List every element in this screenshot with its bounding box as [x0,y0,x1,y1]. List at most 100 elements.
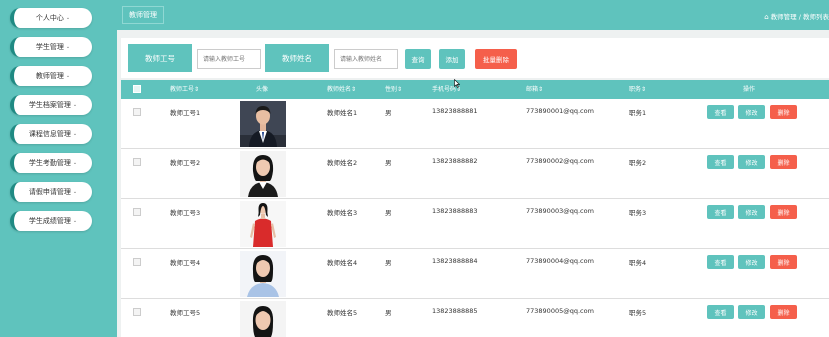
teacher-table: 教师工号⇕ 头像 教师姓名⇕ 性别⇕ 手机号码⇕ 邮箱⇕ 职务⇕ 操作 教师工号… [121,80,829,337]
sidebar-item-label: 教师管理 [35,72,64,80]
top-bar: 教师管理 ⌂ 教师管理 / 教师列表 [117,0,829,30]
sidebar-item-student-archive[interactable]: 学生档案管理 ⌄ [10,95,92,115]
sidebar-item-label: 学生考勤管理 [28,159,71,167]
chevron-down-icon: ⌄ [72,102,78,108]
delete-button[interactable]: 删除 [770,255,797,269]
query-button[interactable]: 查询 [405,49,431,69]
header-gender[interactable]: 性别⇕ [385,80,402,99]
search-bar: 教师工号 教师姓名 查询 添加 批量删除 [121,38,829,78]
cell-gender: 男 [385,159,392,167]
cell-phone: 13823888881 [432,107,478,115]
sidebar-item-teacher-management[interactable]: 教师管理 ⌄ [10,66,92,86]
chevron-down-icon: ⌄ [72,218,78,224]
view-button[interactable]: 查看 [707,155,734,169]
cell-teacher-no: 教师工号5 [170,309,201,317]
delete-button[interactable]: 删除 [770,105,797,119]
chevron-down-icon: ⌄ [65,44,71,50]
cell-gender: 男 [385,109,392,117]
cell-teacher-name: 教师姓名5 [327,309,358,317]
sidebar-item-leave-request[interactable]: 请假申请管理 ⌄ [10,182,92,202]
header-label: 邮箱 [526,86,539,93]
sidebar-item-student-grades[interactable]: 学生成绩管理 ⌄ [10,211,92,231]
edit-button[interactable]: 修改 [738,155,765,169]
teacher-avatar [240,301,286,337]
mouse-cursor-icon [454,79,460,88]
sidebar-item-label: 学生管理 [35,43,64,51]
cell-position: 职务3 [629,209,647,217]
view-button[interactable]: 查看 [707,255,734,269]
row-checkbox[interactable] [133,158,141,166]
cell-email: 773890002@qq.com [526,157,594,165]
view-button[interactable]: 查看 [707,305,734,319]
edit-button[interactable]: 修改 [738,105,765,119]
cell-teacher-no: 教师工号1 [170,109,201,117]
header-label: 性别 [385,86,398,93]
header-teacher-no[interactable]: 教师工号⇕ [170,80,199,99]
cell-teacher-name: 教师姓名1 [327,109,358,117]
chevron-down-icon: ⌄ [65,73,71,79]
delete-button[interactable]: 删除 [770,155,797,169]
table-header: 教师工号⇕ 头像 教师姓名⇕ 性别⇕ 手机号码⇕ 邮箱⇕ 职务⇕ 操作 [121,80,829,99]
edit-button[interactable]: 修改 [738,255,765,269]
table-row: 教师工号1 教师姓名1 男 13823888881 773890001@qq.c… [121,99,829,149]
edit-button[interactable]: 修改 [738,305,765,319]
delete-button[interactable]: 删除 [770,205,797,219]
main-content: 教师工号 教师姓名 查询 添加 批量删除 教师工号⇕ 头像 教师姓名⇕ 性别⇕ … [117,30,829,337]
cell-position: 职务5 [629,309,647,317]
delete-button[interactable]: 删除 [770,305,797,319]
header-teacher-name[interactable]: 教师姓名⇕ [327,80,356,99]
cell-teacher-name: 教师姓名2 [327,159,358,167]
row-checkbox[interactable] [133,208,141,216]
table-row: 教师工号3 教师姓名3 男 13823888883 773890003@qq.c… [121,199,829,249]
select-all-checkbox[interactable] [133,85,141,93]
cell-email: 773890004@qq.com [526,257,594,265]
table-row: 教师工号4 教师姓名4 男 13823888884 773890004@qq.c… [121,249,829,299]
batch-delete-button[interactable]: 批量删除 [475,49,517,69]
cell-teacher-no: 教师工号3 [170,209,201,217]
cell-position: 职务2 [629,159,647,167]
row-checkbox[interactable] [133,258,141,266]
add-button[interactable]: 添加 [439,49,465,69]
header-label: 职务 [629,86,642,93]
sidebar-item-label: 请假申请管理 [28,188,71,196]
cell-teacher-name: 教师姓名4 [327,259,358,267]
header-position[interactable]: 职务⇕ [629,80,646,99]
chevron-down-icon: ⌄ [72,189,78,195]
sidebar-item-course-info[interactable]: 课程信息管理 ⌄ [10,124,92,144]
chevron-down-icon: ⌄ [72,131,78,137]
teacher-no-input[interactable] [197,49,261,69]
chevron-down-icon: ⌄ [65,15,71,21]
teacher-avatar [240,101,286,147]
cell-position: 职务4 [629,259,647,267]
header-label: 教师姓名 [327,86,352,93]
breadcrumb: ⌂ 教师管理 / 教师列表 [764,11,829,21]
cell-phone: 13823888882 [432,157,478,165]
view-button[interactable]: 查看 [707,205,734,219]
home-icon[interactable]: ⌂ [764,13,768,21]
header-label: 手机号码 [432,86,457,93]
header-email[interactable]: 邮箱⇕ [526,80,543,99]
row-checkbox[interactable] [133,308,141,316]
sidebar-item-label: 个人中心 [35,14,64,22]
teacher-avatar [240,251,286,297]
cell-teacher-no: 教师工号4 [170,259,201,267]
view-button[interactable]: 查看 [707,105,734,119]
row-checkbox[interactable] [133,108,141,116]
tab-teacher-management[interactable]: 教师管理 [122,6,164,24]
sort-icon: ⇕ [351,86,357,93]
cell-phone: 13823888885 [432,307,478,315]
sort-icon: ⇕ [397,86,403,93]
sidebar-item-student-attendance[interactable]: 学生考勤管理 ⌄ [10,153,92,173]
header-avatar: 头像 [256,86,269,93]
sidebar-item-student-management[interactable]: 学生管理 ⌄ [10,37,92,57]
sidebar-item-personal-center[interactable]: 个人中心 ⌄ [10,8,92,28]
chevron-down-icon: ⌄ [72,160,78,166]
cell-phone: 13823888884 [432,257,478,265]
breadcrumb-text[interactable]: 教师管理 / 教师列表 [771,13,829,21]
cell-email: 773890001@qq.com [526,107,594,115]
cell-phone: 13823888883 [432,207,478,215]
sidebar-item-label: 学生成绩管理 [28,217,71,225]
sort-icon: ⇕ [194,86,200,93]
edit-button[interactable]: 修改 [738,205,765,219]
teacher-name-input[interactable] [334,49,398,69]
